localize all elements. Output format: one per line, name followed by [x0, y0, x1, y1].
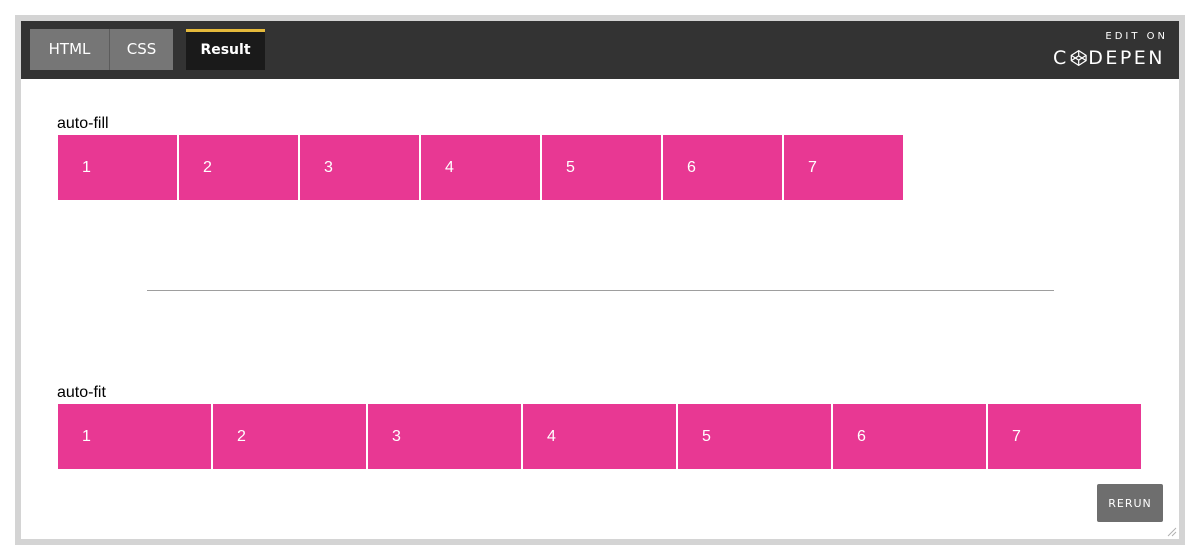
- grid-item: 5: [542, 135, 661, 200]
- auto-fit-heading: auto-fit: [57, 384, 106, 401]
- embed-toolbar: HTML CSS Result EDIT ON C DEPEN: [21, 21, 1179, 79]
- grid-item: 5: [678, 404, 831, 469]
- grid-item: 7: [784, 135, 903, 200]
- horizontal-rule: [147, 290, 1054, 291]
- grid-item: 6: [663, 135, 782, 200]
- grid-item: 1: [58, 135, 177, 200]
- grid-item: 4: [523, 404, 676, 469]
- grid-item: 4: [421, 135, 540, 200]
- codepen-embed-frame: HTML CSS Result EDIT ON C DEPEN auto-fil…: [15, 15, 1185, 545]
- tab-result[interactable]: Result: [186, 29, 265, 70]
- rerun-button[interactable]: RERUN: [1097, 484, 1163, 522]
- codepen-wordmark: C DEPEN: [1053, 47, 1165, 69]
- grid-item: 2: [179, 135, 298, 200]
- result-pane: auto-fill 1234567 auto-fit 1234567 RERUN: [21, 79, 1179, 539]
- codepen-cube-icon: [1070, 49, 1087, 67]
- tab-bar: HTML CSS Result: [30, 29, 265, 70]
- edit-on-codepen-link[interactable]: EDIT ON C DEPEN: [1053, 31, 1165, 69]
- tab-html[interactable]: HTML: [30, 29, 110, 70]
- grid-item: 1: [58, 404, 211, 469]
- grid-item: 7: [988, 404, 1141, 469]
- auto-fit-grid: 1234567: [58, 404, 1141, 469]
- resize-grip-icon[interactable]: [1165, 525, 1177, 537]
- grid-item: 2: [213, 404, 366, 469]
- grid-item: 3: [300, 135, 419, 200]
- edit-on-label: EDIT ON: [1105, 31, 1168, 42]
- grid-item: 6: [833, 404, 986, 469]
- wordmark-depen: DEPEN: [1088, 47, 1165, 69]
- auto-fill-grid: 1234567: [58, 135, 903, 200]
- grid-item: 3: [368, 404, 521, 469]
- auto-fill-heading: auto-fill: [57, 115, 109, 132]
- tab-css[interactable]: CSS: [110, 29, 173, 70]
- wordmark-c: C: [1053, 47, 1069, 69]
